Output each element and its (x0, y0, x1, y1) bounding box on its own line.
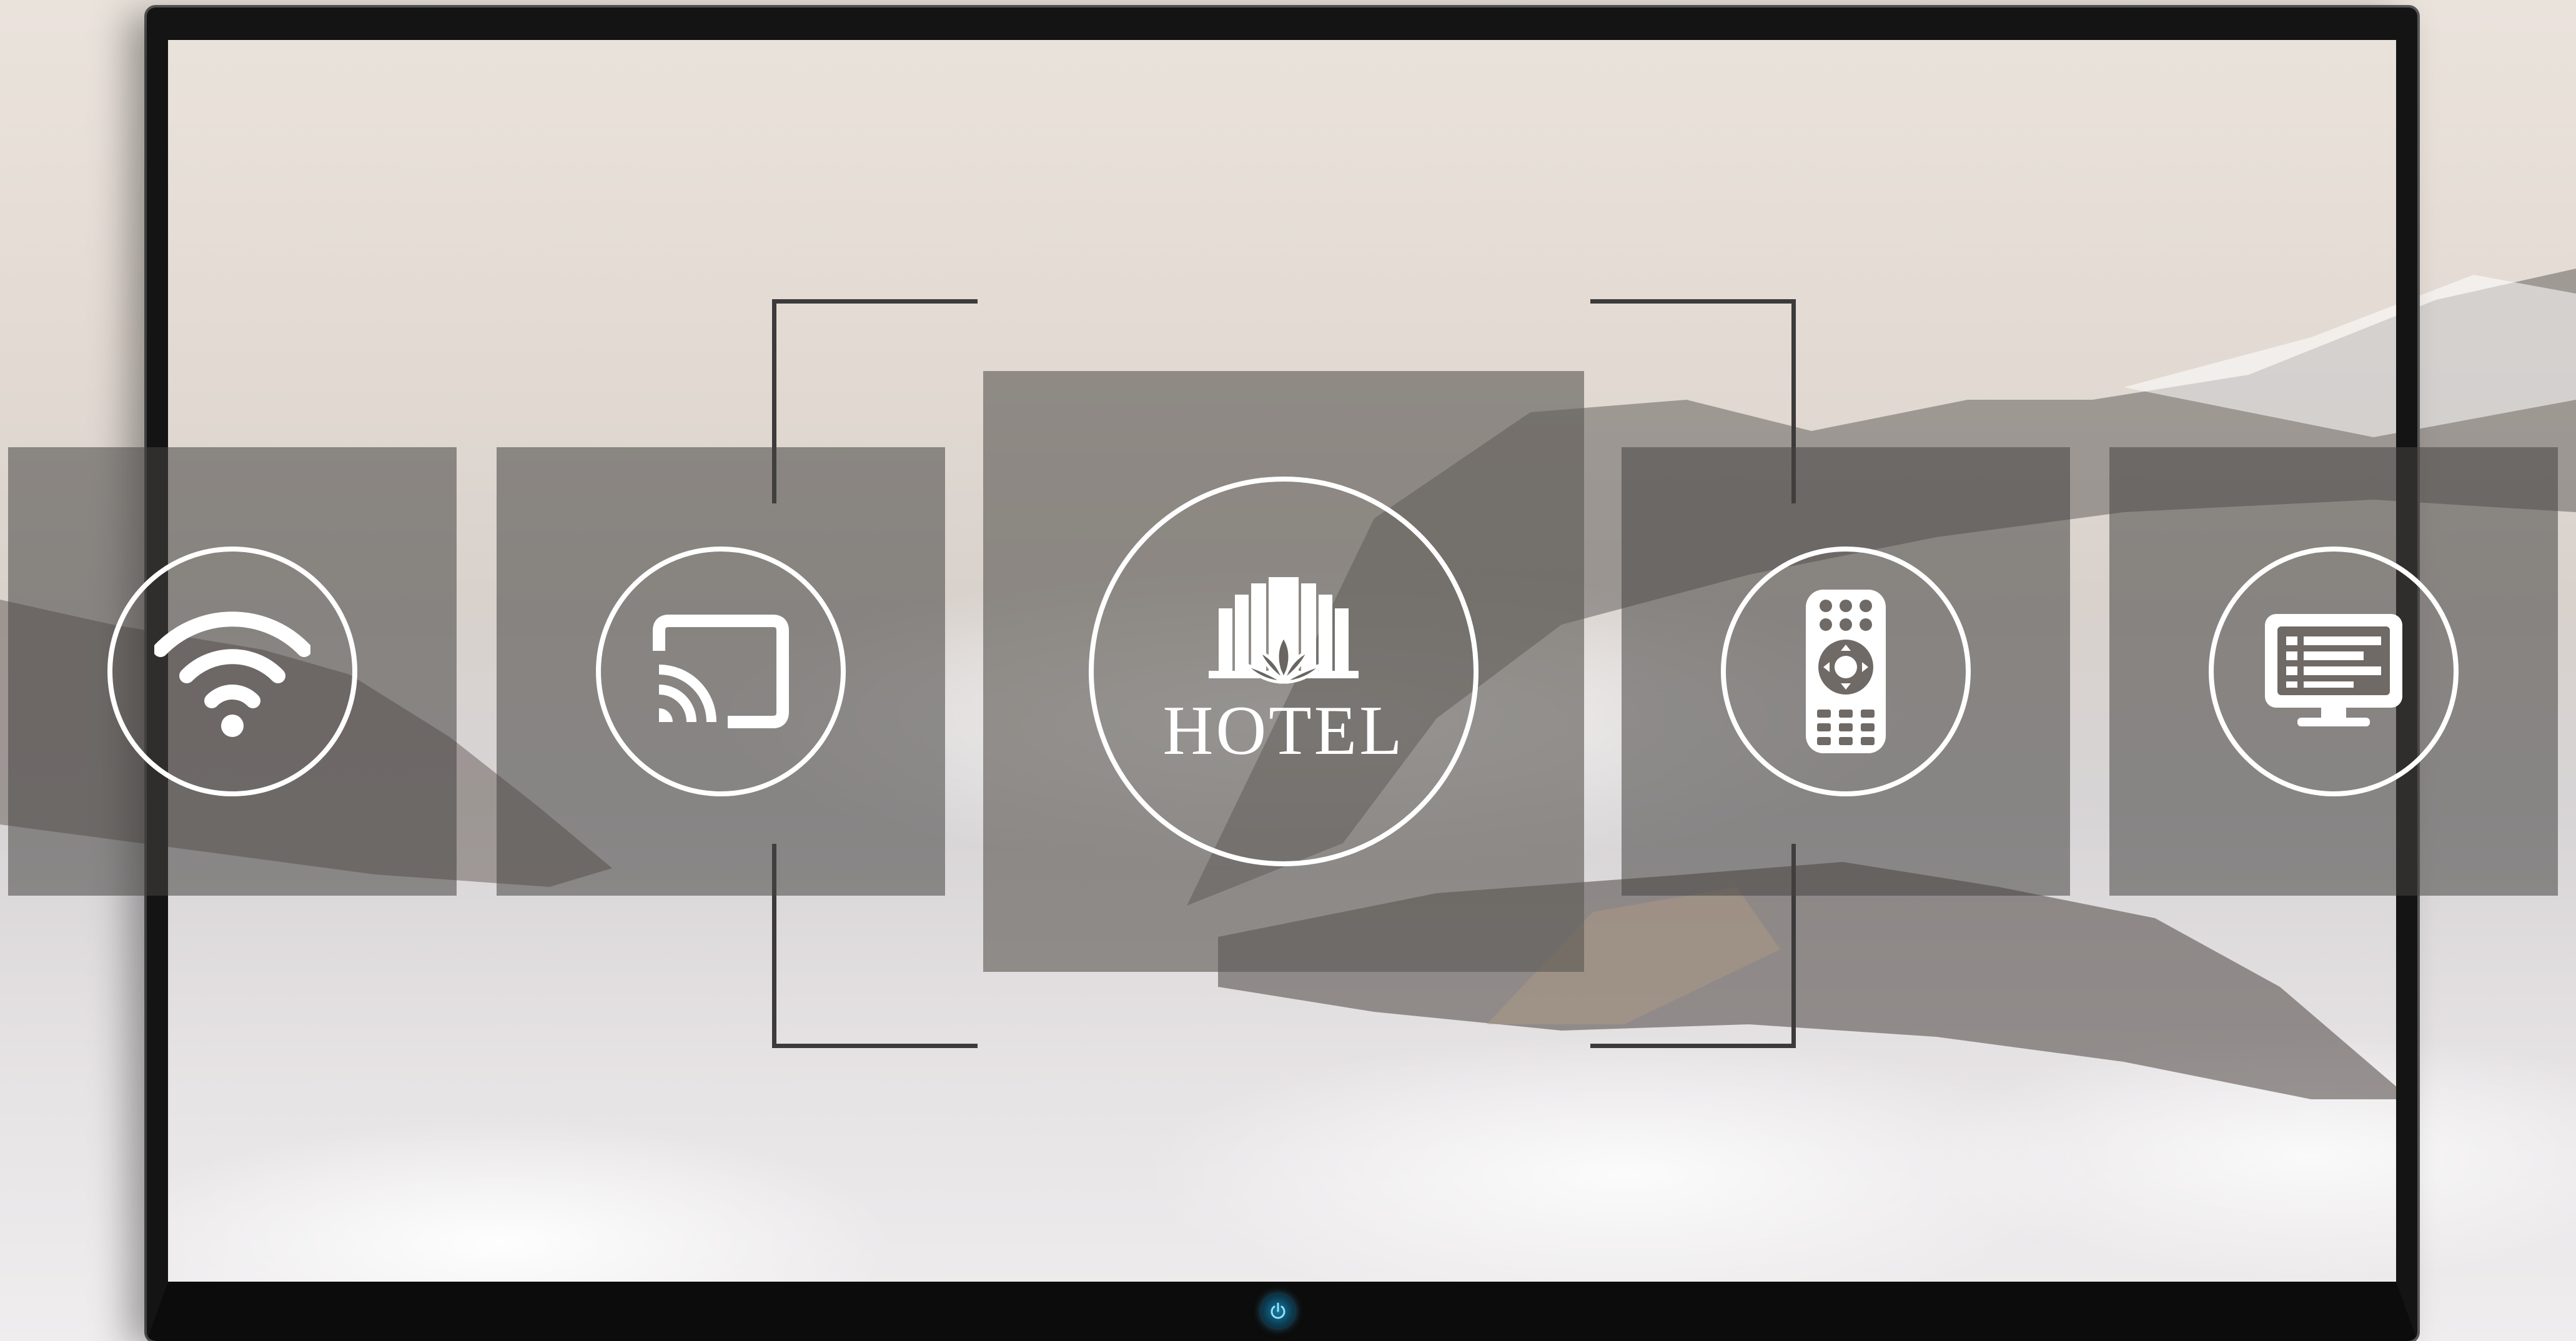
hotel-ring: HOTEL (1089, 477, 1479, 866)
tile-remote[interactable] (1622, 447, 2070, 896)
tv-guide-ring (2209, 547, 2459, 796)
wifi-icon (154, 611, 310, 737)
tile-wifi[interactable] (8, 447, 457, 896)
wifi-ring (107, 547, 357, 796)
cast-ring (596, 547, 846, 796)
tile-cast[interactable] (497, 447, 945, 896)
hotel-brand-label: HOTEL (1162, 692, 1405, 769)
power-icon (1271, 1302, 1286, 1319)
tile-tv-guide[interactable] (2109, 447, 2558, 896)
tile-hotel-home[interactable]: HOTEL (983, 371, 1584, 972)
hotel-logo-icon (1209, 577, 1359, 685)
cast-icon (653, 615, 789, 728)
power-button[interactable] (1261, 1294, 1295, 1328)
remote-ring (1721, 547, 1971, 796)
hotel-tv-scene: HOTEL (0, 0, 2576, 1341)
remote-control-icon (1806, 590, 1886, 753)
tv-guide-icon (2265, 614, 2402, 726)
